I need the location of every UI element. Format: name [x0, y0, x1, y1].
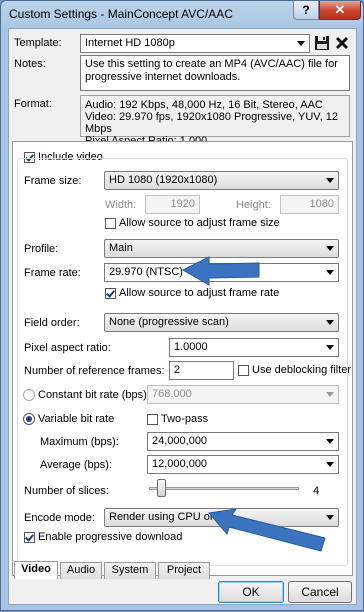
height-field[interactable]: 1080: [280, 195, 339, 214]
allow-frame-rate-checkbox[interactable]: [105, 288, 116, 299]
slices-slider-thumb[interactable]: [157, 479, 166, 497]
allow-frame-rate-label: Allow source to adjust frame rate: [119, 287, 280, 299]
progressive-download-checkbox[interactable]: [24, 532, 35, 543]
frame-size-label: Frame size:: [24, 175, 82, 187]
chevron-down-icon: [326, 178, 334, 183]
chevron-down-icon: [326, 392, 334, 397]
help-button[interactable]: ?: [293, 1, 319, 20]
window-title: Custom Settings - MainConcept AVC/AAC: [9, 7, 233, 21]
constant-bit-rate-select[interactable]: 768,000: [147, 385, 339, 404]
chevron-down-icon: [326, 345, 334, 350]
slices-slider-track[interactable]: [149, 487, 299, 490]
frame-rate-value: 29.970 (NTSC): [109, 266, 183, 278]
tab-video[interactable]: Video: [14, 561, 58, 579]
variable-bit-rate-radio[interactable]: [23, 413, 35, 425]
dialog-client: Template: Internet HD 1080p Notes: Use t…: [8, 28, 357, 605]
allow-frame-size-checkbox[interactable]: [105, 218, 116, 229]
reference-frames-label: Number of reference frames:: [24, 365, 165, 377]
chevron-down-icon: [326, 270, 334, 275]
format-line: Video: 29.970 fps, 1920x1080 Progressive…: [85, 111, 338, 135]
format-label: Format:: [14, 98, 52, 110]
slices-value: 4: [313, 485, 320, 497]
chevron-down-icon: [326, 462, 334, 467]
field-order-value: None (progressive scan): [109, 316, 229, 328]
template-value: Internet HD 1080p: [85, 37, 175, 49]
format-line: Audio: 192 Kbps, 48,000 Hz, 16 Bit, Ster…: [85, 99, 323, 111]
chevron-down-icon: [326, 320, 334, 325]
tab-audio[interactable]: Audio: [60, 562, 102, 579]
pixel-aspect-ratio-label: Pixel aspect ratio:: [24, 342, 111, 354]
chevron-down-icon: [326, 246, 334, 251]
width-label: Width:: [105, 199, 137, 211]
reference-frames-field[interactable]: 2: [169, 361, 234, 380]
slices-label: Number of slices:: [24, 485, 109, 497]
close-button[interactable]: ✕: [319, 1, 361, 20]
deblocking-label: Use deblocking filter: [252, 364, 352, 376]
maximum-bitrate-value: 24,000,000: [152, 435, 208, 447]
maximum-bitrate-label: Maximum (bps):: [40, 436, 119, 448]
notes-label: Notes:: [14, 58, 46, 70]
frame-rate-label: Frame rate:: [24, 267, 81, 279]
maximum-bitrate-select[interactable]: 24,000,000: [147, 432, 339, 451]
average-bitrate-label: Average (bps):: [40, 459, 112, 471]
frame-size-value: HD 1080 (1920x1080): [109, 174, 218, 186]
dialog-window: Custom Settings - MainConcept AVC/AAC ? …: [0, 0, 364, 611]
deblocking-checkbox[interactable]: [238, 365, 249, 376]
encode-mode-label: Encode mode:: [24, 512, 95, 524]
two-pass-checkbox[interactable]: [147, 414, 158, 425]
profile-value: Main: [109, 242, 133, 254]
tab-project[interactable]: Project: [158, 562, 210, 579]
encode-mode-value: Render using CPU only: [109, 511, 224, 523]
title-bar[interactable]: Custom Settings - MainConcept AVC/AAC ? …: [1, 1, 363, 27]
field-order-select[interactable]: None (progressive scan): [104, 313, 339, 332]
frame-size-select[interactable]: HD 1080 (1920x1080): [104, 171, 339, 190]
average-bitrate-select[interactable]: 12,000,000: [147, 455, 339, 474]
chevron-down-icon: [297, 41, 305, 46]
allow-frame-size-label: Allow source to adjust frame size: [119, 217, 280, 229]
delete-template-icon[interactable]: [334, 35, 350, 51]
average-bitrate-value: 12,000,000: [152, 458, 208, 470]
encode-mode-select[interactable]: Render using CPU only: [104, 508, 339, 527]
chevron-down-icon: [326, 439, 334, 444]
constant-bit-rate-value: 768,000: [152, 388, 192, 400]
ok-button[interactable]: OK: [218, 581, 284, 603]
progressive-download-label: Enable progressive download: [38, 531, 183, 543]
template-label: Template:: [14, 37, 62, 49]
format-summary: Audio: 192 Kbps, 48,000 Hz, 16 Bit, Ster…: [80, 95, 350, 147]
notes-line: Use this setting to create an MP4 (AVC/A…: [85, 58, 338, 70]
profile-select[interactable]: Main: [104, 239, 339, 258]
cancel-button[interactable]: Cancel: [288, 581, 352, 603]
notes-line: progressive internet downloads.: [85, 71, 241, 83]
template-select[interactable]: Internet HD 1080p: [80, 34, 310, 53]
width-field[interactable]: 1920: [145, 195, 200, 214]
constant-bit-rate-label: Constant bit rate (bps):: [38, 389, 150, 401]
notes-field[interactable]: Use this setting to create an MP4 (AVC/A…: [80, 55, 350, 91]
pixel-aspect-ratio-select[interactable]: 1.0000: [169, 338, 339, 357]
pixel-aspect-ratio-value: 1.0000: [174, 341, 208, 353]
save-template-icon[interactable]: [314, 35, 330, 51]
profile-label: Profile:: [24, 243, 59, 255]
frame-rate-select[interactable]: 29.970 (NTSC): [104, 263, 339, 282]
chevron-down-icon: [326, 515, 334, 520]
height-label: Height:: [236, 199, 271, 211]
field-order-label: Field order:: [24, 317, 80, 329]
constant-bit-rate-radio[interactable]: [23, 389, 35, 401]
variable-bit-rate-label: Variable bit rate: [38, 413, 115, 425]
tab-system[interactable]: System: [104, 562, 156, 579]
two-pass-label: Two-pass: [161, 413, 209, 425]
